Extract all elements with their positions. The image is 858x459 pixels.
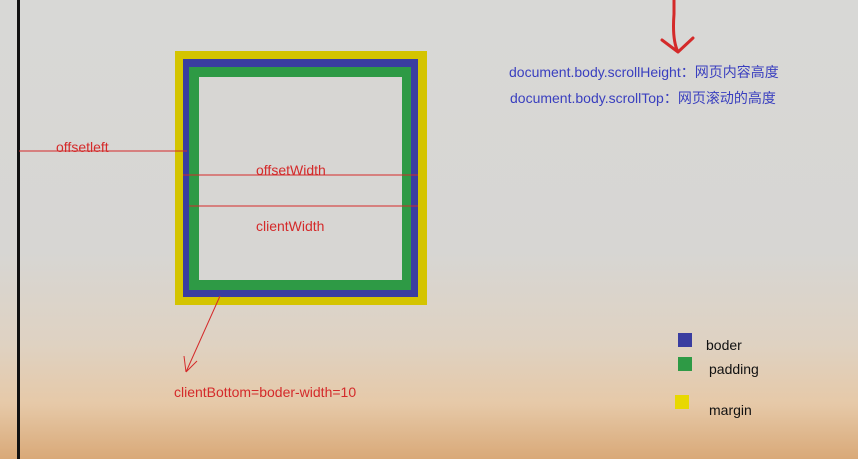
left-page-edge	[17, 0, 20, 459]
legend-label-padding: padding	[709, 361, 759, 377]
legend-label-margin: margin	[709, 402, 752, 418]
legend-swatch-padding	[678, 357, 692, 371]
clientwidth-label: clientWidth	[256, 218, 325, 234]
legend-swatch-boder	[678, 333, 692, 347]
offsetleft-label: offsetleft	[56, 139, 109, 155]
scrollheight-note: document.body.scrollHeight：网页内容高度	[509, 64, 779, 80]
scroll-arrow-icon	[660, 0, 695, 54]
legend-label-boder: boder	[706, 337, 742, 353]
legend-swatch-margin	[675, 395, 689, 409]
offsetwidth-label: offsetWidth	[256, 162, 326, 178]
box-content-area	[199, 77, 402, 280]
clientbottom-label: clientBottom=boder-width=10	[174, 384, 357, 400]
clientbottom-arrow	[183, 295, 221, 373]
scrolltop-note: document.body.scrollTop：网页滚动的高度	[510, 90, 776, 106]
